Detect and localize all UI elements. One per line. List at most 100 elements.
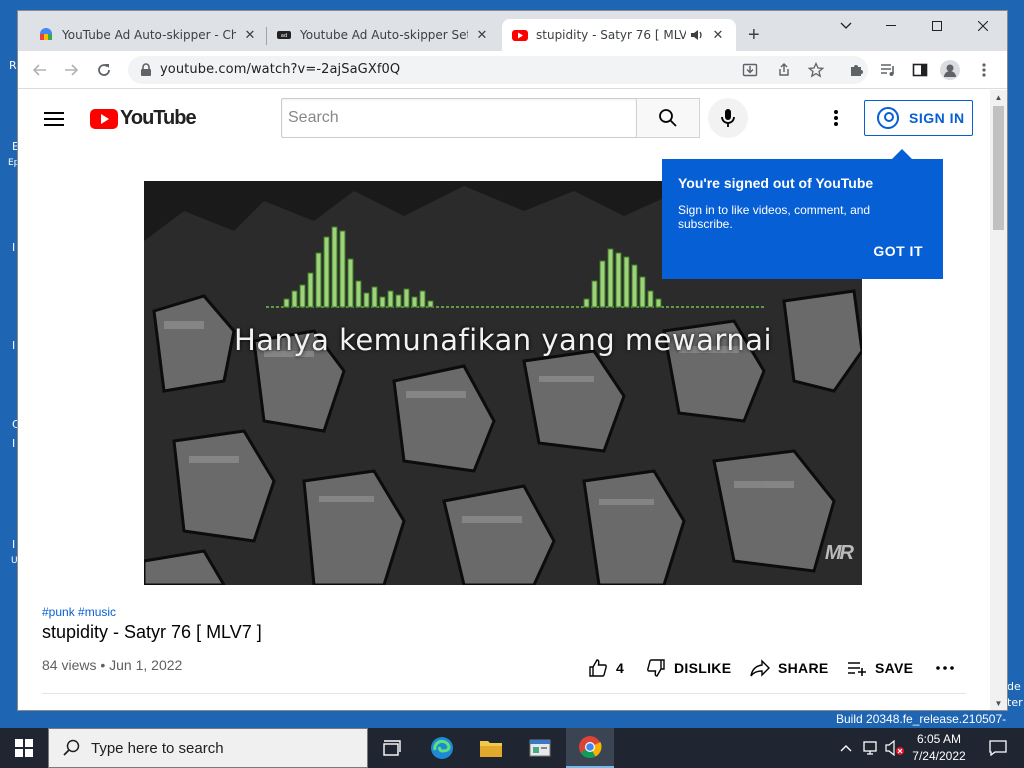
video-views-date: 84 views • Jun 1, 2022 — [42, 657, 183, 673]
task-view-icon — [383, 740, 401, 756]
search-icon — [63, 739, 80, 756]
app-window-icon — [529, 739, 551, 757]
tab-title: YouTube Ad Auto-skipper - Chro — [62, 28, 236, 42]
share-arrow-icon — [750, 659, 770, 677]
microphone-icon — [721, 109, 735, 127]
youtube-wordmark: YouTube — [120, 107, 197, 129]
taskbar-chrome[interactable] — [566, 728, 614, 768]
video-lyric-caption: Hanya kemunafikan yang mewarnai — [233, 323, 773, 357]
tray-overflow-chevron-icon[interactable] — [836, 728, 856, 768]
media-control-icon[interactable] — [878, 60, 898, 80]
svg-text:ad: ad — [281, 33, 287, 39]
chrome-window: YouTube Ad Auto-skipper - Chro ✕ ad Yout… — [18, 11, 1007, 710]
sign-in-button[interactable]: SIGN IN — [864, 100, 973, 136]
desktop-icon-label: de — [1007, 680, 1021, 693]
clock-date: 7/24/2022 — [912, 749, 966, 763]
maximize-button[interactable] — [914, 11, 960, 41]
windows-logo-icon — [15, 739, 33, 757]
save-button[interactable]: SAVE — [847, 656, 913, 680]
back-button[interactable] — [30, 60, 50, 80]
chrome-menu-icon[interactable] — [974, 60, 994, 80]
side-panel-icon[interactable] — [910, 60, 930, 80]
search-input[interactable]: Search — [281, 98, 637, 138]
youtube-logo[interactable]: YouTube — [90, 107, 197, 130]
channel-watermark[interactable]: MR — [825, 542, 854, 565]
bookmark-star-icon[interactable] — [806, 60, 826, 80]
start-button[interactable] — [0, 728, 48, 768]
chrome-icon — [579, 736, 602, 758]
speaker-icon[interactable] — [690, 28, 704, 42]
close-window-button[interactable] — [960, 11, 1006, 41]
desktop-icon-label: I — [12, 339, 16, 352]
taskbar-search-placeholder: Type here to search — [91, 739, 224, 757]
forward-button[interactable] — [61, 60, 81, 80]
voice-search-button[interactable] — [708, 98, 748, 138]
like-count: 4 — [616, 660, 625, 676]
address-bar[interactable]: youtube.com/watch?v=-2ajSaGXf0Q — [128, 56, 868, 84]
desktop-icon-label: I — [12, 437, 16, 450]
share-button[interactable]: SHARE — [750, 656, 829, 680]
thumbs-up-icon — [589, 659, 607, 677]
chrome-webstore-icon — [38, 27, 54, 43]
taskbar-file-explorer[interactable] — [467, 728, 515, 768]
desktop-icon-label: U — [11, 556, 18, 566]
install-app-icon[interactable] — [740, 60, 760, 80]
guide-menu-button[interactable] — [44, 112, 64, 126]
scroll-down-arrow-icon[interactable]: ▼ — [990, 696, 1007, 710]
extensions-puzzle-icon[interactable] — [846, 60, 866, 80]
youtube-page: YouTube Search SIGN IN Hanya kemunafikan… — [18, 90, 990, 710]
extension-logo-icon: ad — [276, 27, 292, 43]
playlist-add-icon — [848, 662, 866, 676]
desktop-icon-label: I — [12, 538, 16, 551]
scroll-up-arrow-icon[interactable]: ▲ — [990, 90, 1007, 104]
taskbar-edge[interactable] — [418, 728, 466, 768]
tab-autoskipper-store[interactable]: YouTube Ad Auto-skipper - Chro ✕ — [28, 19, 268, 51]
youtube-favicon-icon — [512, 27, 528, 43]
tab-close-icon[interactable]: ✕ — [242, 27, 258, 43]
tab-title: stupidity - Satyr 76 [ MLV7 ] — [536, 28, 686, 42]
windows-taskbar: Type here to search 6:05 AM 7/24/2022 — [0, 728, 1024, 768]
browser-toolbar: youtube.com/watch?v=-2ajSaGXf0Q — [18, 51, 1007, 89]
save-label: SAVE — [875, 660, 914, 676]
dislike-button[interactable]: DISLIKE — [646, 656, 731, 680]
clock-time: 6:05 AM — [916, 732, 962, 746]
desktop-icon-label: ter — [1007, 696, 1023, 709]
desktop-icon-label: I — [12, 241, 16, 254]
tab-youtube-video[interactable]: stupidity - Satyr 76 [ MLV7 ] ✕ — [502, 19, 736, 51]
url-text[interactable]: youtube.com/watch?v=-2ajSaGXf0Q — [160, 62, 400, 77]
new-tab-button[interactable]: + — [748, 25, 760, 45]
dislike-label: DISLIKE — [674, 660, 732, 676]
taskbar-app-window[interactable] — [516, 728, 564, 768]
lock-icon[interactable] — [140, 63, 152, 77]
taskbar-clock[interactable]: 6:05 AM 7/24/2022 — [904, 731, 974, 765]
notification-icon — [989, 740, 1007, 756]
share-page-icon[interactable] — [774, 60, 794, 80]
page-scrollbar[interactable]: ▲ ▼ — [990, 90, 1007, 710]
network-icon[interactable] — [860, 728, 882, 768]
thumbs-down-icon — [647, 659, 665, 677]
tab-close-icon[interactable]: ✕ — [710, 27, 726, 43]
edge-browser-icon — [431, 737, 453, 759]
search-button[interactable] — [636, 98, 700, 138]
search-icon — [659, 109, 677, 127]
got-it-button[interactable]: GOT IT — [873, 243, 923, 259]
minimize-button[interactable] — [868, 11, 914, 41]
tab-close-icon[interactable]: ✕ — [474, 27, 490, 43]
volume-muted-icon[interactable] — [884, 728, 906, 768]
scroll-thumb[interactable] — [993, 106, 1004, 230]
settings-menu-button[interactable] — [828, 108, 844, 128]
profile-avatar-icon[interactable] — [940, 60, 960, 80]
reload-button[interactable] — [94, 60, 114, 80]
build-watermark: Build 20348.fe_release.210507-1500 — [836, 712, 1007, 728]
video-hashtags[interactable]: #punk #music — [42, 605, 116, 619]
chevron-down-icon — [840, 22, 852, 29]
notification-center-button[interactable] — [976, 728, 1020, 768]
tab-autoskipper-settings[interactable]: ad Youtube Ad Auto-skipper Setting ✕ — [266, 19, 500, 51]
tab-search-button[interactable] — [823, 11, 869, 41]
like-button[interactable]: 4 — [588, 656, 624, 680]
taskbar-search-box[interactable]: Type here to search — [48, 728, 368, 768]
popup-body: Sign in to like videos, comment, and sub… — [678, 203, 871, 231]
share-label: SHARE — [778, 660, 829, 676]
more-actions-button[interactable] — [936, 656, 962, 680]
task-view-button[interactable] — [368, 728, 416, 768]
